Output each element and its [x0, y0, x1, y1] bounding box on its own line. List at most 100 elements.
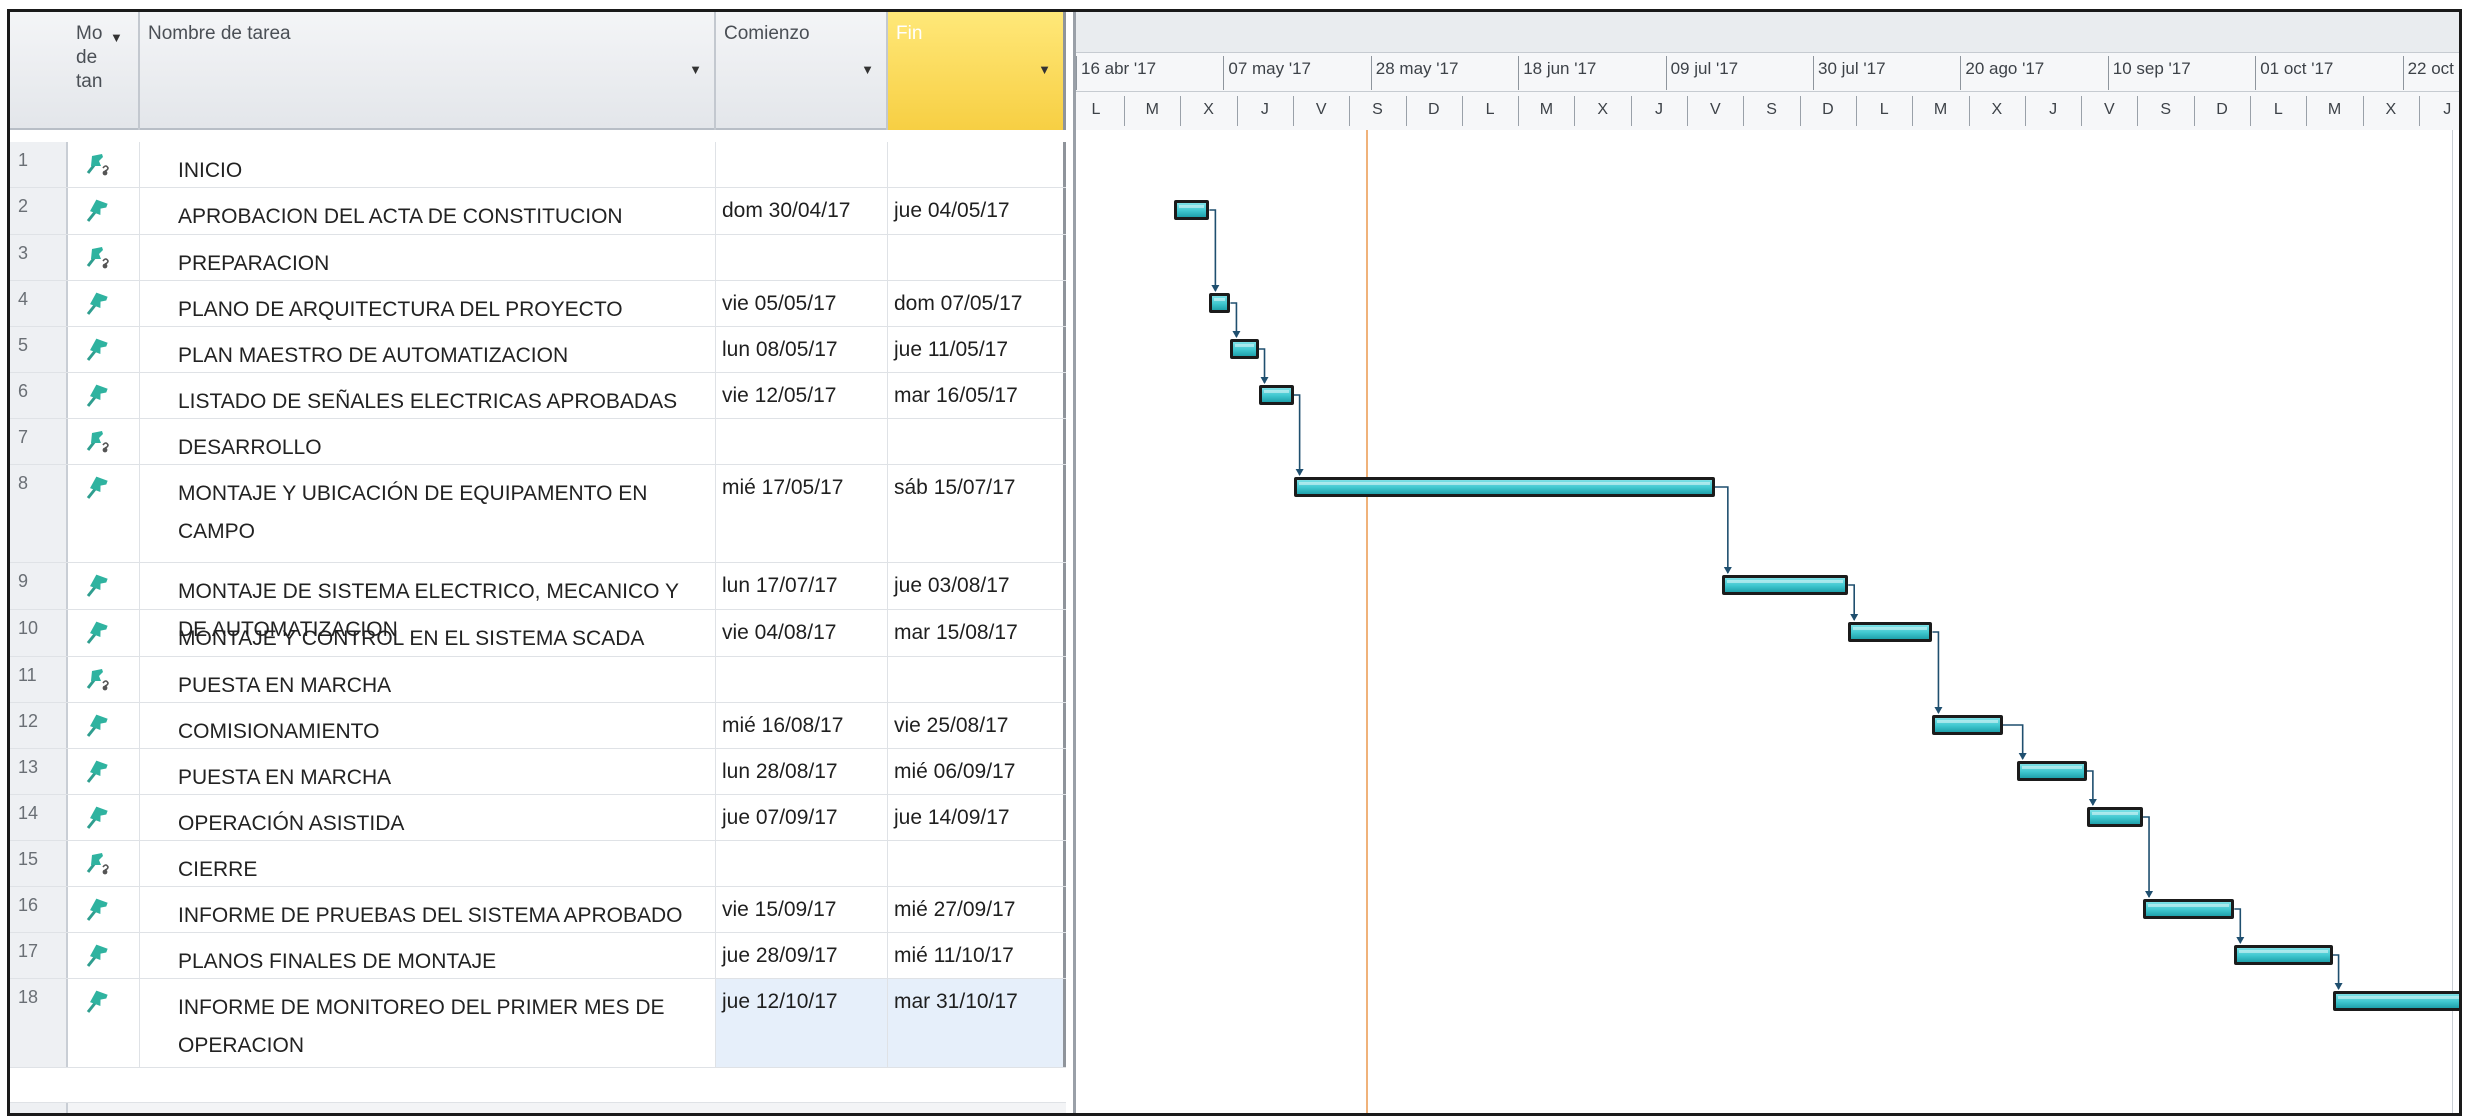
task-row[interactable]: 15 CIERRE — [10, 841, 1066, 887]
task-row[interactable]: 13 PUESTA EN MARCHA lun 28/08/17 mié 06/09/… — [10, 749, 1066, 795]
task-name-cell[interactable]: COMISIONAMIENTO — [140, 703, 716, 748]
task-start-cell[interactable]: mié 17/05/17 — [716, 465, 888, 562]
row-number[interactable]: 4 — [10, 281, 68, 326]
task-end-cell[interactable]: jue 14/09/17 — [888, 795, 1066, 840]
task-end-cell[interactable]: jue 11/05/17 — [888, 327, 1066, 372]
task-name-cell[interactable]: DESARROLLO — [140, 419, 716, 464]
task-row[interactable]: 5 PLAN MAESTRO DE AUTOMATIZACION lun 08/05… — [10, 327, 1066, 373]
row-number[interactable]: 8 — [10, 465, 68, 562]
chevron-down-icon[interactable]: ▼ — [110, 26, 123, 50]
task-bar[interactable] — [1209, 293, 1231, 313]
task-end-cell[interactable]: jue 03/08/17 — [888, 563, 1066, 609]
task-row[interactable]: 10 MONTAJE Y CONTROL EN EL SISTEMA SCADA v… — [10, 610, 1066, 657]
task-mode-cell[interactable] — [68, 887, 140, 932]
task-row[interactable]: 11 PUESTA EN MARCHA — [10, 657, 1066, 703]
task-end-cell[interactable]: mar 16/05/17 — [888, 373, 1066, 418]
task-name-cell[interactable]: MONTAJE DE SISTEMA ELECTRICO, MECANICO Y… — [140, 563, 716, 641]
task-end-cell[interactable] — [888, 841, 1066, 886]
task-start-cell[interactable] — [716, 235, 888, 280]
task-name-cell[interactable]: PREPARACION — [140, 235, 716, 280]
task-mode-cell[interactable] — [68, 373, 140, 418]
row-number[interactable]: 15 — [10, 841, 68, 886]
task-end-cell[interactable]: mié 27/09/17 — [888, 887, 1066, 932]
task-row[interactable]: 7 DESARROLLO — [10, 419, 1066, 465]
task-bar[interactable] — [2086, 807, 2144, 827]
column-header-name[interactable]: Nombre de tarea ▼ — [140, 12, 716, 130]
task-start-cell[interactable]: dom 30/04/17 — [716, 188, 888, 234]
task-mode-cell[interactable] — [68, 657, 140, 702]
row-number[interactable]: 10 — [10, 610, 68, 656]
task-start-cell[interactable] — [716, 419, 888, 464]
column-header-end[interactable]: Fin ▼ — [888, 12, 1066, 130]
row-number[interactable]: 11 — [10, 657, 68, 702]
task-start-cell[interactable]: jue 07/09/17 — [716, 795, 888, 840]
task-row[interactable]: 6 LISTADO DE SEÑALES ELECTRICAS APROBADAS… — [10, 373, 1066, 419]
task-name-cell[interactable]: LISTADO DE SEÑALES ELECTRICAS APROBADAS — [140, 373, 716, 418]
empty-row[interactable] — [10, 1102, 1066, 1113]
task-start-cell[interactable]: lun 17/07/17 — [716, 563, 888, 609]
task-mode-cell[interactable] — [68, 142, 140, 187]
row-number[interactable]: 7 — [10, 419, 68, 464]
task-name-cell[interactable]: PUESTA EN MARCHA — [140, 749, 716, 794]
task-mode-cell[interactable] — [68, 841, 140, 886]
task-name-cell[interactable]: INICIO — [140, 142, 716, 187]
row-number[interactable]: 18 — [10, 979, 68, 1067]
row-number[interactable]: 13 — [10, 749, 68, 794]
task-mode-cell[interactable] — [68, 703, 140, 748]
task-mode-cell[interactable] — [68, 979, 140, 1067]
task-row[interactable]: 14 OPERACIÓN ASISTIDA jue 07/09/17 jue 14/0… — [10, 795, 1066, 841]
task-start-cell[interactable]: vie 12/05/17 — [716, 373, 888, 418]
task-end-cell[interactable]: dom 07/05/17 — [888, 281, 1066, 326]
row-number[interactable]: 9 — [10, 563, 68, 609]
task-name-cell[interactable]: INFORME DE MONITOREO DEL PRIMER MES DE O… — [140, 979, 716, 1067]
task-row[interactable]: 9 MONTAJE DE SISTEMA ELECTRICO, MECANICO … — [10, 563, 1066, 641]
row-number[interactable]: 5 — [10, 327, 68, 372]
task-end-cell[interactable]: mar 15/08/17 — [888, 610, 1066, 656]
task-row[interactable]: 2 APROBACION DEL ACTA DE CONSTITUCION dom … — [10, 188, 1066, 235]
task-row[interactable]: 4 PLANO DE ARQUITECTURA DEL PROYECTO vie 0… — [10, 281, 1066, 327]
task-end-cell[interactable] — [888, 657, 1066, 702]
task-end-cell[interactable] — [888, 235, 1066, 280]
task-start-cell[interactable]: mié 16/08/17 — [716, 703, 888, 748]
task-end-cell[interactable]: mar 31/10/17 — [888, 979, 1066, 1067]
task-bar[interactable] — [2143, 899, 2235, 919]
task-start-cell[interactable]: vie 04/08/17 — [716, 610, 888, 656]
task-bar[interactable] — [1174, 200, 1210, 220]
row-number[interactable]: 6 — [10, 373, 68, 418]
task-start-cell[interactable] — [716, 142, 888, 187]
task-start-cell[interactable]: jue 12/10/17 — [716, 979, 888, 1067]
task-name-cell[interactable]: PLAN MAESTRO DE AUTOMATIZACION — [140, 327, 716, 372]
task-row[interactable]: 1 INICIO — [10, 142, 1066, 188]
task-mode-cell[interactable] — [68, 933, 140, 978]
task-mode-cell[interactable] — [68, 749, 140, 794]
task-bar[interactable] — [1932, 715, 2003, 735]
task-name-cell[interactable]: OPERACIÓN ASISTIDA — [140, 795, 716, 840]
task-row[interactable]: 12 COMISIONAMIENTO mié 16/08/17 vie 25/08/1… — [10, 703, 1066, 749]
row-number[interactable]: 17 — [10, 933, 68, 978]
task-row[interactable]: 3 PREPARACION — [10, 235, 1066, 281]
task-start-cell[interactable] — [716, 841, 888, 886]
task-row[interactable]: 17 PLANOS FINALES DE MONTAJE jue 28/09/17 m… — [10, 933, 1066, 979]
task-end-cell[interactable] — [888, 419, 1066, 464]
task-start-cell[interactable]: jue 28/09/17 — [716, 933, 888, 978]
task-name-cell[interactable]: PLANOS FINALES DE MONTAJE — [140, 933, 716, 978]
task-start-cell[interactable]: vie 15/09/17 — [716, 887, 888, 932]
task-start-cell[interactable] — [716, 657, 888, 702]
task-bar[interactable] — [1230, 339, 1259, 359]
task-mode-cell[interactable] — [68, 419, 140, 464]
task-mode-cell[interactable] — [68, 610, 140, 656]
task-start-cell[interactable]: lun 08/05/17 — [716, 327, 888, 372]
chevron-down-icon[interactable]: ▼ — [861, 58, 874, 82]
task-name-cell[interactable]: MONTAJE Y UBICACIÓN DE EQUIPAMENTO EN CA… — [140, 465, 716, 562]
task-end-cell[interactable]: mié 06/09/17 — [888, 749, 1066, 794]
task-name-cell[interactable]: CIERRE — [140, 841, 716, 886]
task-mode-cell[interactable] — [68, 795, 140, 840]
task-row[interactable]: 18 INFORME DE MONITOREO DEL PRIMER MES DE… — [10, 979, 1066, 1068]
task-end-cell[interactable]: mié 11/10/17 — [888, 933, 1066, 978]
task-mode-cell[interactable] — [68, 327, 140, 372]
task-bar[interactable] — [2016, 761, 2087, 781]
task-name-cell[interactable]: MONTAJE Y CONTROL EN EL SISTEMA SCADA — [140, 610, 716, 656]
row-number[interactable]: 1 — [10, 142, 68, 187]
task-mode-cell[interactable] — [68, 465, 140, 562]
row-number[interactable]: 2 — [10, 188, 68, 234]
